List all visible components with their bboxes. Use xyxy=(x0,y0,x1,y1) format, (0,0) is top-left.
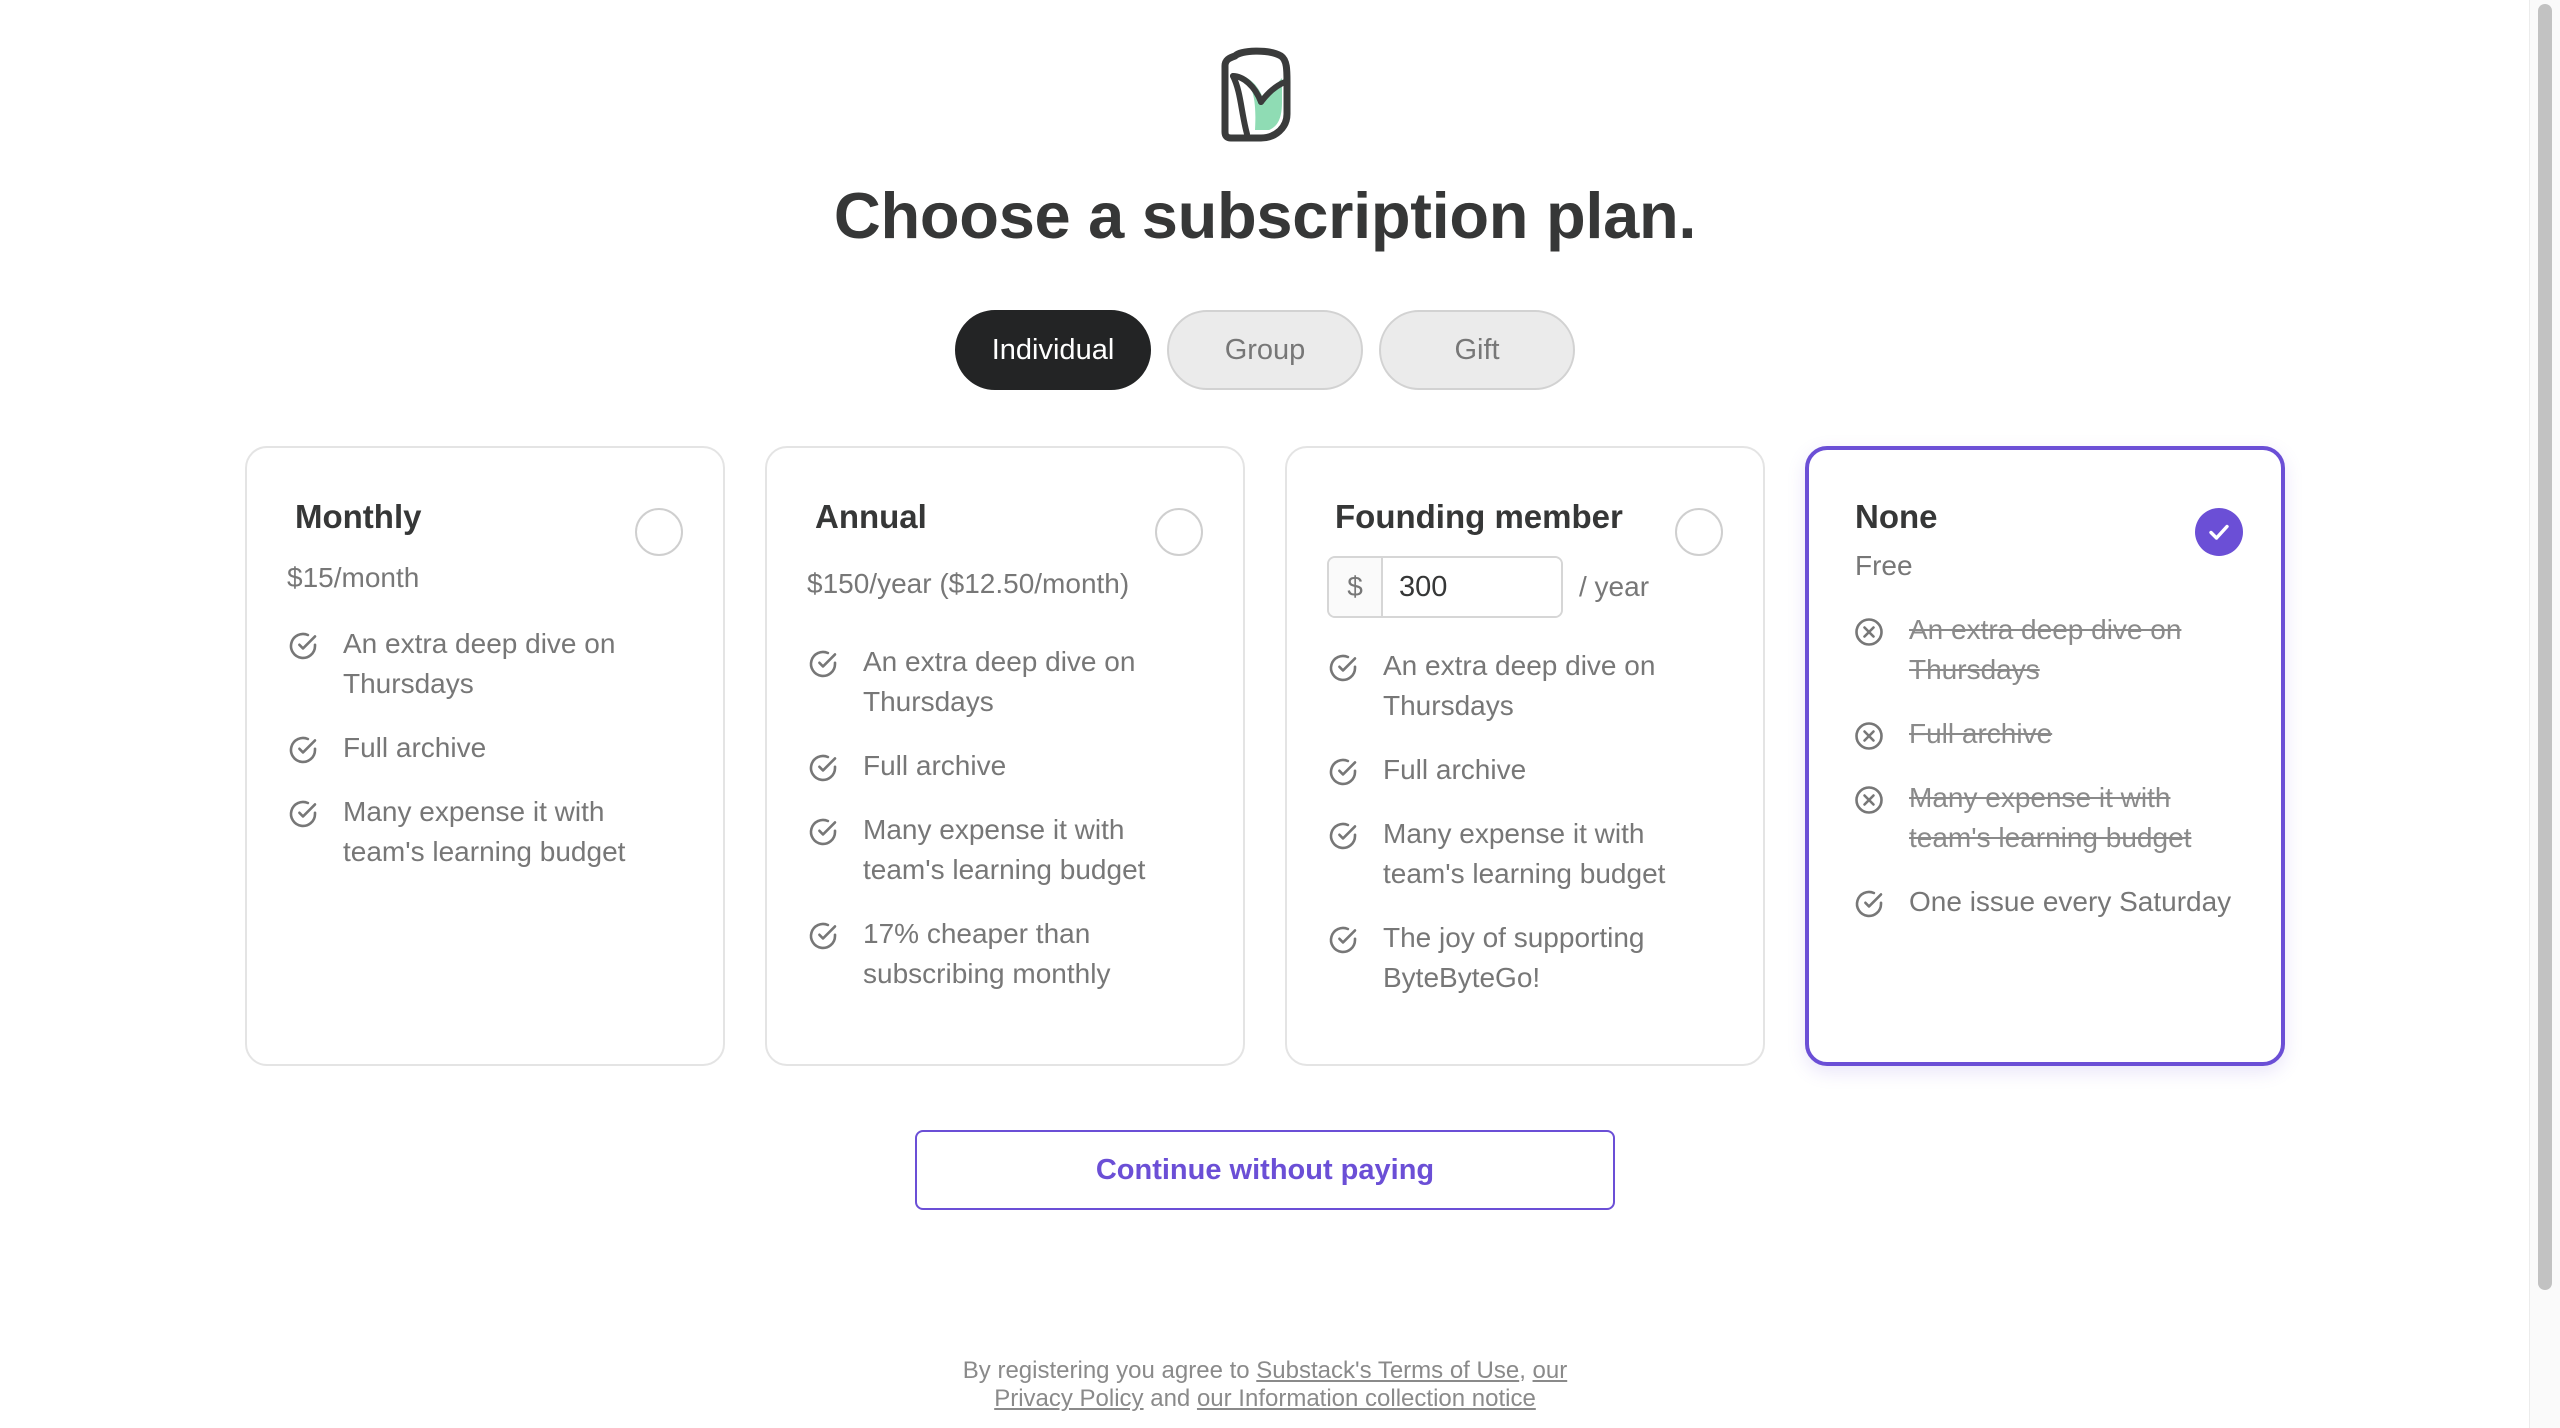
feature-list: An extra deep dive on Thursdays Full arc… xyxy=(807,642,1213,1018)
check-circle-icon xyxy=(289,800,317,828)
currency-prefix: $ xyxy=(1329,558,1383,616)
plan-name: None xyxy=(1855,498,1938,535)
plan-radio[interactable] xyxy=(1675,508,1723,556)
check-circle-icon xyxy=(289,632,317,660)
feature-text: An extra deep dive on Thursdays xyxy=(1383,650,1656,721)
publication-logo-icon xyxy=(1221,47,1291,142)
feature-text: Many expense it with team's learning bud… xyxy=(1909,782,2192,853)
plan-name: Founding member xyxy=(1335,498,1623,535)
check-circle-icon xyxy=(809,650,837,678)
plan-type-tabs: Individual Group Gift xyxy=(955,310,1575,390)
feature-list: An extra deep dive on Thursdays Full arc… xyxy=(287,624,693,896)
feature-list: An extra deep dive on Thursdays Full arc… xyxy=(1327,646,1733,1022)
feature-text: Many expense it with team's learning bud… xyxy=(343,796,626,867)
feature-item: Many expense it with team's learning bud… xyxy=(287,792,693,872)
feature-text: 17% cheaper than subscribing monthly xyxy=(863,918,1111,989)
feature-list: An extra deep dive on Thursdays Full arc… xyxy=(1853,610,2251,946)
vertical-scrollbar[interactable] xyxy=(2529,0,2560,1428)
legal-and: and xyxy=(1150,1385,1191,1412)
feature-text: Full archive xyxy=(863,750,1007,781)
plan-radio-selected[interactable] xyxy=(2195,508,2243,556)
plan-card-founding-member[interactable]: Founding member $ / year An extra deep d… xyxy=(1285,446,1765,1066)
feature-item: The joy of supporting ByteByteGo! xyxy=(1327,918,1733,998)
plan-card-annual[interactable]: Annual $150/year ($12.50/month) An extra… xyxy=(765,446,1245,1066)
x-circle-icon xyxy=(1855,786,1883,814)
plan-price: $150/year ($12.50/month) xyxy=(807,568,1130,599)
terms-of-use-link[interactable]: Substack's Terms of Use xyxy=(1256,1357,1519,1384)
plan-name: Monthly xyxy=(295,498,422,535)
feature-item: An extra deep dive on Thursdays xyxy=(807,642,1213,722)
check-circle-icon xyxy=(1329,758,1357,786)
plan-card-monthly[interactable]: Monthly $15/month An extra deep dive on … xyxy=(245,446,725,1066)
plan-price: Free xyxy=(1855,550,1913,581)
tab-gift[interactable]: Gift xyxy=(1379,310,1575,390)
feature-text: Full archive xyxy=(1909,718,2053,749)
page-title: Choose a subscription plan. xyxy=(833,179,1697,252)
feature-item-excluded: Full archive xyxy=(1853,714,2251,754)
plan-price: $15/month xyxy=(287,562,420,593)
plan-radio[interactable] xyxy=(635,508,683,556)
check-circle-icon xyxy=(289,736,317,764)
feature-item: Many expense it with team's learning bud… xyxy=(1327,814,1733,894)
information-collection-link[interactable]: our Information collection notice xyxy=(1197,1385,1536,1412)
check-circle-icon xyxy=(1329,654,1357,682)
feature-item-excluded: Many expense it with team's learning bud… xyxy=(1853,778,2251,858)
subscription-page: Choose a subscription plan. Individual G… xyxy=(0,0,2560,1428)
plan-cards: Monthly $15/month An extra deep dive on … xyxy=(245,446,2285,1066)
founding-amount-row: $ / year xyxy=(1327,556,1649,618)
x-circle-icon xyxy=(1855,618,1883,646)
feature-item-excluded: An extra deep dive on Thursdays xyxy=(1853,610,2251,690)
feature-item: An extra deep dive on Thursdays xyxy=(287,624,693,704)
x-circle-icon xyxy=(1855,722,1883,750)
legal-comma: , xyxy=(1519,1357,1526,1384)
plan-name: Annual xyxy=(815,498,927,535)
amount-period: / year xyxy=(1579,571,1650,602)
continue-without-paying-button[interactable]: Continue without paying xyxy=(915,1130,1615,1210)
feature-item: Full archive xyxy=(1327,750,1733,790)
feature-text: An extra deep dive on Thursdays xyxy=(863,646,1136,717)
check-circle-icon xyxy=(1329,926,1357,954)
feature-item: Many expense it with team's learning bud… xyxy=(807,810,1213,890)
feature-item: An extra deep dive on Thursdays xyxy=(1327,646,1733,726)
feature-item: Full archive xyxy=(807,746,1213,786)
feature-item: One issue every Saturday xyxy=(1853,882,2251,922)
legal-prefix: By registering you agree to xyxy=(962,1357,1250,1384)
plan-radio[interactable] xyxy=(1155,508,1203,556)
tab-individual[interactable]: Individual xyxy=(955,310,1151,390)
feature-text: One issue every Saturday xyxy=(1909,886,2232,917)
plan-card-none[interactable]: None Free An extra deep dive on Thursday… xyxy=(1805,446,2285,1066)
privacy-policy-link[interactable]: Privacy Policy xyxy=(994,1385,1143,1412)
feature-item: 17% cheaper than subscribing monthly xyxy=(807,914,1213,994)
scrollbar-thumb[interactable] xyxy=(2538,4,2552,1290)
our-link[interactable]: our xyxy=(1533,1357,1568,1384)
tab-group[interactable]: Group xyxy=(1167,310,1363,390)
check-circle-icon xyxy=(1855,890,1883,918)
checkmark-icon xyxy=(2209,524,2229,540)
feature-item: Full archive xyxy=(287,728,693,768)
legal-notice: By registering you agree to Substack's T… xyxy=(915,1357,1615,1413)
amount-input-group: $ xyxy=(1327,556,1563,618)
founding-amount-input[interactable] xyxy=(1383,558,1561,616)
feature-text: Full archive xyxy=(343,732,487,763)
feature-text: Many expense it with team's learning bud… xyxy=(1383,818,1666,889)
feature-text: An extra deep dive on Thursdays xyxy=(1909,614,2182,685)
feature-text: Many expense it with team's learning bud… xyxy=(863,814,1146,885)
feature-text: An extra deep dive on Thursdays xyxy=(343,628,616,699)
check-circle-icon xyxy=(809,754,837,782)
check-circle-icon xyxy=(809,818,837,846)
feature-text: Full archive xyxy=(1383,754,1527,785)
feature-text: The joy of supporting ByteByteGo! xyxy=(1383,922,1645,993)
check-circle-icon xyxy=(809,922,837,950)
check-circle-icon xyxy=(1329,822,1357,850)
